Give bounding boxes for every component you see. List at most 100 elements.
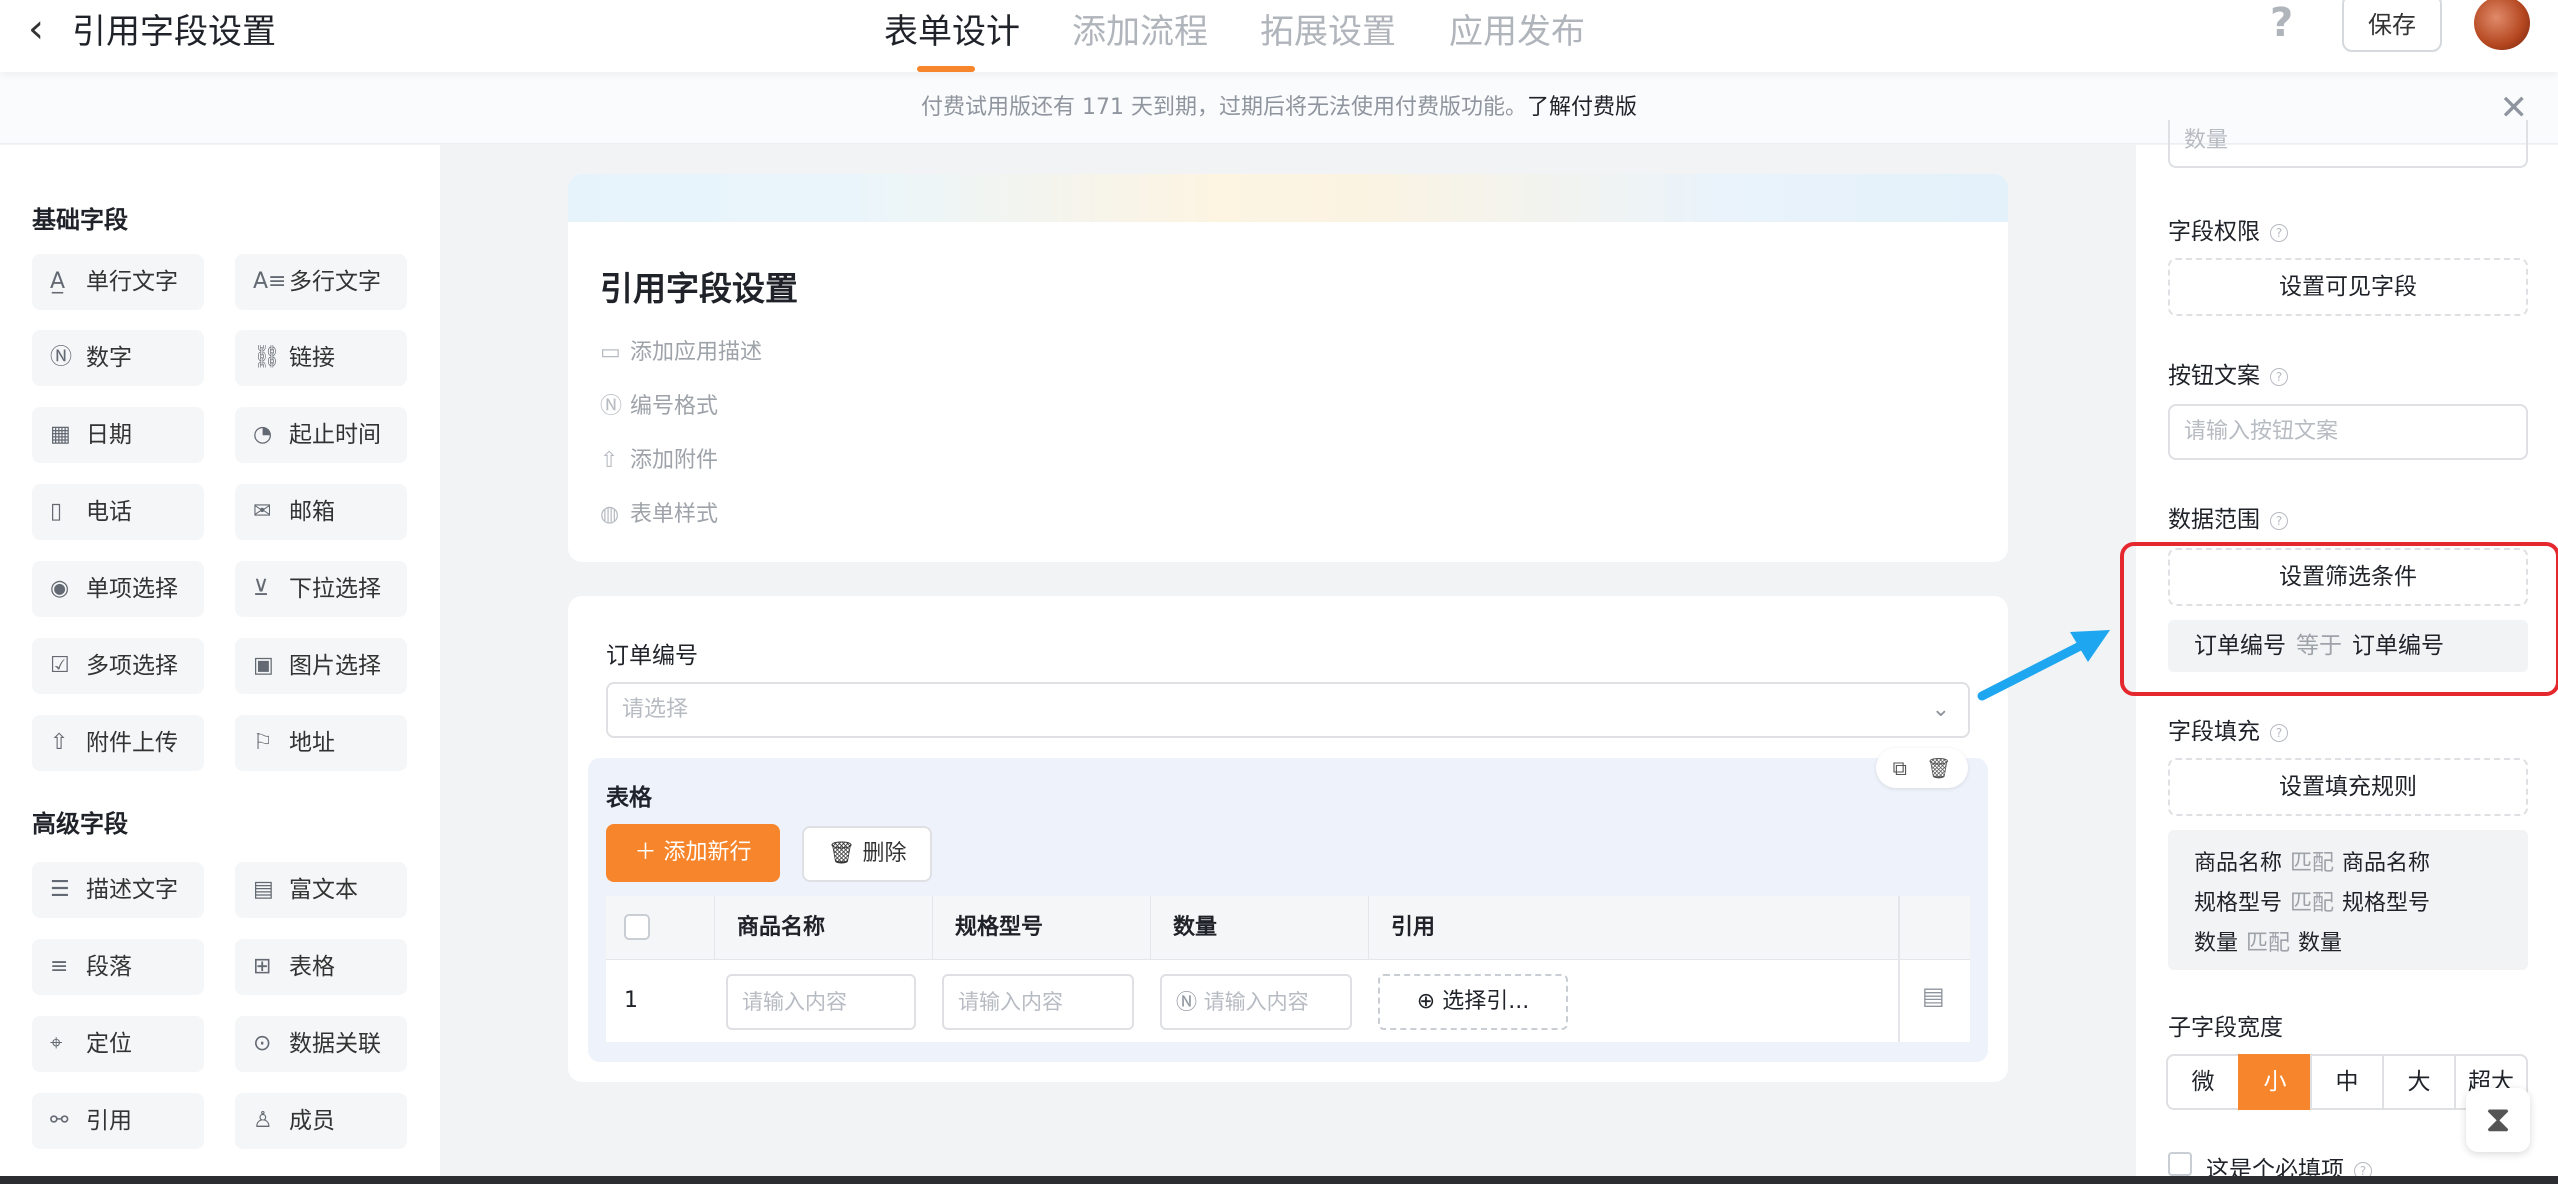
- field-rich-text[interactable]: ▤ 富文本: [235, 862, 407, 918]
- field-label: 表格: [289, 954, 335, 980]
- field-multi-choice[interactable]: ☑ 多项选择: [32, 638, 204, 694]
- set-visible-fields-button[interactable]: 设置可见字段: [2168, 258, 2528, 316]
- field-email[interactable]: ✉ 邮箱: [235, 484, 407, 540]
- width-tiny[interactable]: 微: [2166, 1054, 2240, 1110]
- field-label: 图片选择: [289, 653, 381, 679]
- form-header-card: [568, 174, 2008, 562]
- fill-rules[interactable]: 商品名称 匹配 商品名称 规格型号 匹配 规格型号 数量 匹配数量: [2168, 830, 2528, 970]
- trash-icon[interactable]: 🗑: [1926, 756, 1951, 780]
- window-edge: [0, 1176, 2558, 1184]
- field-number[interactable]: Ⓝ 数字: [32, 330, 204, 386]
- add-description[interactable]: ▭ 添加应用描述: [600, 334, 762, 366]
- save-button[interactable]: 保存: [2342, 0, 2442, 52]
- tab-form-design[interactable]: 表单设计: [884, 4, 1020, 53]
- button-text-label: 按钮文案?: [2168, 356, 2288, 390]
- field-label: 成员: [289, 1108, 335, 1134]
- field-phone[interactable]: ▯ 电话: [32, 484, 204, 540]
- rule-source: 商品名称: [2194, 851, 2283, 876]
- field-attachment[interactable]: ⇧ 附件上传: [32, 715, 204, 771]
- field-label: 邮箱: [289, 499, 335, 525]
- product-name-input[interactable]: 请输入内容: [726, 974, 916, 1030]
- field-multi-text[interactable]: A≡ 多行文字: [235, 254, 407, 310]
- advanced-fields-heading: 高级字段: [32, 810, 128, 838]
- question-icon[interactable]: ?: [2270, 511, 2288, 530]
- notice-link[interactable]: 了解付费版: [1527, 95, 1637, 120]
- form-style[interactable]: ◍ 表单样式: [600, 496, 718, 528]
- meta-label: 表单样式: [630, 502, 719, 527]
- field-reference[interactable]: ⚯ 引用: [32, 1093, 204, 1149]
- set-fill-rules-button[interactable]: 设置填充规则: [2168, 758, 2528, 816]
- tab-app-publish[interactable]: 应用发布: [1449, 4, 1585, 53]
- table-label: 表格: [606, 785, 652, 811]
- tab-extend-settings[interactable]: 拓展设置: [1260, 4, 1396, 53]
- field-location[interactable]: ⌖ 定位: [32, 1016, 204, 1072]
- radio-icon: ◉: [50, 576, 70, 601]
- number-format[interactable]: Ⓝ 编号格式: [600, 388, 718, 420]
- order-number-select[interactable]: 请选择 ⌄: [606, 682, 1970, 738]
- field-link[interactable]: ⛓ 链接: [235, 330, 407, 386]
- delete-button[interactable]: 🗑 删除: [802, 826, 932, 882]
- prev-field-input[interactable]: 数量: [2168, 120, 2528, 168]
- plus-circle-icon: ⊕: [1416, 989, 1436, 1014]
- button-text-input[interactable]: 请输入按钮文案: [2168, 404, 2528, 460]
- question-icon[interactable]: ?: [2270, 723, 2288, 742]
- table-header: 商品名称 规格型号 数量 引用: [606, 896, 1970, 960]
- field-description[interactable]: ☰ 描述文字: [32, 862, 204, 918]
- field-member[interactable]: ♙ 成员: [235, 1093, 407, 1149]
- hourglass-icon[interactable]: ⧗: [2466, 1088, 2530, 1152]
- rule-target: 数量: [2298, 931, 2343, 956]
- rule-target: 商品名称: [2342, 851, 2431, 876]
- spec-input[interactable]: 请输入内容: [942, 974, 1134, 1030]
- dropdown-icon: ⊻: [253, 576, 270, 601]
- field-single-choice[interactable]: ◉ 单项选择: [32, 561, 204, 617]
- field-single-text[interactable]: A̲ 单行文字: [32, 254, 204, 310]
- field-paragraph[interactable]: ≡ 段落: [32, 939, 204, 995]
- help-icon[interactable]: ?: [2270, 0, 2293, 46]
- fill-rule: 商品名称 匹配 商品名称: [2194, 844, 2528, 884]
- field-label: 日期: [86, 422, 132, 448]
- back-icon[interactable]: ‹: [28, 6, 44, 52]
- add-attachment[interactable]: ⇧ 添加附件: [600, 442, 718, 474]
- order-number-label: 订单编号: [606, 643, 698, 669]
- fill-rule: 规格型号 匹配 规格型号: [2194, 884, 2528, 924]
- fixed-column: [1898, 896, 1970, 959]
- required-checkbox[interactable]: [2168, 1152, 2192, 1176]
- field-label: 定位: [86, 1031, 132, 1057]
- field-label: 附件上传: [86, 730, 178, 756]
- tab-add-process[interactable]: 添加流程: [1072, 4, 1208, 53]
- question-icon[interactable]: ?: [2270, 223, 2288, 242]
- page-title: 引用字段设置: [72, 12, 276, 52]
- rule-source: 数量: [2194, 931, 2239, 956]
- field-actions: ⧉ 🗑: [1876, 748, 1968, 788]
- avatar[interactable]: [2474, 0, 2530, 50]
- field-label: 数据关联: [289, 1031, 381, 1057]
- field-image-choice[interactable]: ▣ 图片选择: [235, 638, 407, 694]
- select-all-checkbox[interactable]: [624, 914, 650, 940]
- width-medium[interactable]: 中: [2310, 1054, 2384, 1110]
- add-row-button[interactable]: ＋ 添加新行: [606, 824, 780, 882]
- width-small[interactable]: 小: [2238, 1054, 2312, 1110]
- field-data-link[interactable]: ⊙ 数据关联: [235, 1016, 407, 1072]
- single-text-icon: A̲: [50, 269, 66, 294]
- rule-target: 规格型号: [2342, 891, 2431, 916]
- width-large[interactable]: 大: [2382, 1054, 2456, 1110]
- field-date[interactable]: ▦ 日期: [32, 407, 204, 463]
- row-detail-icon[interactable]: ▤: [1922, 982, 1945, 1010]
- col-reference: 引用: [1368, 896, 1586, 960]
- field-table[interactable]: ⊞ 表格: [235, 939, 407, 995]
- field-dropdown[interactable]: ⊻ 下拉选择: [235, 561, 407, 617]
- form-title[interactable]: 引用字段设置: [600, 262, 798, 310]
- data-link-icon: ⊙: [253, 1031, 272, 1056]
- question-icon[interactable]: ?: [2270, 367, 2288, 386]
- field-date-range[interactable]: ◔ 起止时间: [235, 407, 407, 463]
- rule-op: 匹配: [2290, 851, 2335, 876]
- select-reference-button[interactable]: ⊕ 选择引...: [1378, 974, 1568, 1030]
- field-address[interactable]: ⚐ 地址: [235, 715, 407, 771]
- field-label: 地址: [289, 730, 335, 756]
- label-text: 字段填充: [2168, 719, 2260, 745]
- image-icon: ▣: [253, 653, 274, 678]
- copy-icon[interactable]: ⧉: [1893, 756, 1907, 780]
- quantity-input[interactable]: Ⓝ 请输入内容: [1160, 974, 1352, 1030]
- field-label: 多项选择: [86, 653, 178, 679]
- annotation-arrow: [1977, 630, 2110, 701]
